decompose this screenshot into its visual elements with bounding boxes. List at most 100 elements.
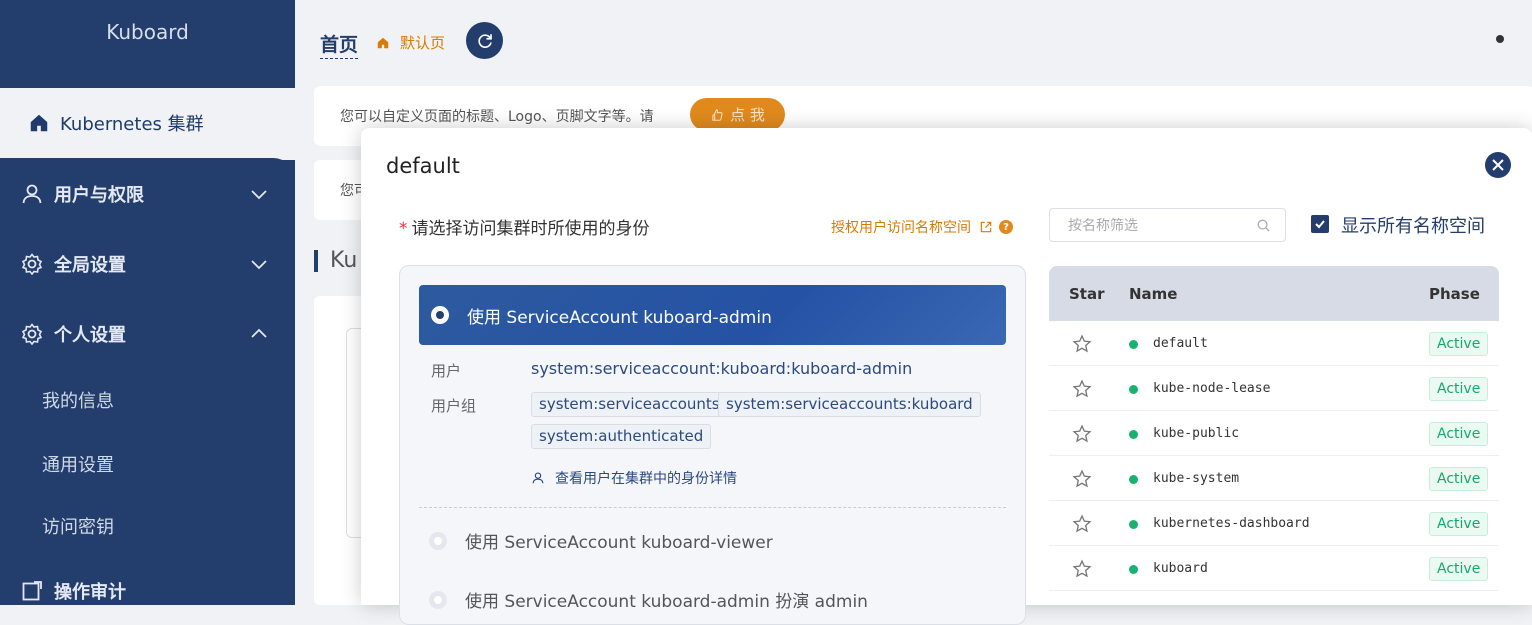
star-icon[interactable] [1072, 379, 1092, 399]
star-icon[interactable] [1072, 559, 1092, 579]
chevron-down-icon [251, 190, 267, 200]
identity-detail-link[interactable]: 查看用户在集群中的身份详情 [531, 468, 737, 488]
search-placeholder: 按名称筛选 [1068, 218, 1138, 234]
page-title[interactable]: 首页 [320, 30, 359, 59]
column-header-star: Star [1069, 285, 1105, 303]
namespace-name[interactable]: kube-system [1153, 471, 1239, 486]
sidebar-item-kubernetes-cluster[interactable]: Kubernetes 集群 [0, 88, 295, 158]
section-title-bar [314, 249, 318, 272]
hand-pointer-icon [712, 108, 723, 121]
status-dot [1129, 340, 1138, 349]
column-header-phase: Phase [1429, 285, 1480, 303]
namespace-name[interactable]: kube-public [1153, 426, 1239, 441]
sidebar-item-global-settings[interactable]: 全局设置 [0, 239, 295, 289]
identity-label: * 请选择访问集群时所使用的身份 [399, 214, 650, 239]
brand-logo-text: Kuboard [106, 20, 189, 44]
sidebar-item-label: 个人设置 [54, 325, 126, 346]
table-row[interactable]: kubernetes-dashboard Active [1049, 501, 1499, 546]
namespace-modal: default * 请选择访问集群时所使用的身份 授权用户访问名称空间 ? 使用 … [361, 128, 1532, 625]
user-value: system:serviceaccount:kuboard:kuboard-ad… [531, 359, 913, 378]
status-dot [1129, 385, 1138, 394]
identity-option-kuboard-viewer[interactable]: 使用 ServiceAccount kuboard-viewer [429, 528, 773, 553]
status-dot [1129, 430, 1138, 439]
status-badge: Active [1429, 422, 1489, 446]
section-title-text: Ku [330, 248, 358, 273]
star-icon[interactable] [1072, 334, 1092, 354]
home-icon [377, 37, 389, 48]
required-asterisk: * [399, 219, 408, 239]
group-tag: system:serviceaccounts:kuboard [718, 392, 981, 417]
status-dot [1129, 565, 1138, 574]
status-dot [1129, 475, 1138, 484]
notice-text: 您可以自定义页面的标题、Logo、页脚文字等。请 [340, 109, 654, 125]
section-title: Ku [314, 248, 357, 273]
table-row[interactable]: kube-node-lease Active [1049, 366, 1499, 411]
gear-icon [21, 323, 43, 346]
chevron-down-icon [251, 260, 267, 270]
sidebar-item-label: 全局设置 [54, 255, 126, 276]
help-icon[interactable]: ? [999, 220, 1013, 234]
breadcrumb[interactable]: 默认页 [376, 32, 445, 53]
radio-icon[interactable] [429, 590, 447, 609]
identity-option-label: 使用 ServiceAccount kuboard-viewer [465, 533, 773, 553]
status-badge: Active [1429, 467, 1489, 491]
radio-selected-icon[interactable] [431, 306, 449, 324]
refresh-icon [477, 33, 492, 48]
identity-option-label: 使用 ServiceAccount kuboard-admin [467, 307, 772, 328]
status-dot [1496, 35, 1504, 43]
refresh-button[interactable] [466, 22, 503, 59]
column-header-name: Name [1129, 285, 1178, 303]
external-link-icon [980, 221, 992, 233]
brand-header: Kuboard [0, 0, 295, 88]
chevron-up-icon [251, 328, 267, 338]
close-icon [1492, 159, 1504, 171]
modal-title: default [386, 154, 460, 178]
grant-access-link[interactable]: 授权用户访问名称空间 ? [831, 217, 1013, 237]
table-header: Star Name Phase [1049, 266, 1499, 321]
sidebar-item-label: 操作审计 [54, 582, 126, 603]
search-icon [1257, 219, 1270, 232]
sidebar-item-audit-log[interactable]: 操作审计 [0, 566, 295, 616]
click-me-label: 点 我 [730, 106, 765, 124]
radio-icon[interactable] [429, 531, 447, 550]
status-dot [1129, 520, 1138, 529]
user-label: 用户 [431, 362, 462, 380]
star-icon[interactable] [1072, 469, 1092, 489]
namespace-table: Star Name Phase default Active kube-node… [1049, 266, 1499, 591]
namespace-name[interactable]: kube-node-lease [1153, 381, 1270, 396]
sidebar-item-label: Kubernetes 集群 [60, 114, 204, 135]
gear-icon [21, 253, 43, 276]
user-icon [22, 184, 42, 204]
close-button[interactable] [1485, 152, 1511, 178]
table-row[interactable]: kube-public Active [1049, 411, 1499, 456]
table-row[interactable]: kuboard Active [1049, 546, 1499, 591]
sidebar-subitem-access-keys[interactable]: 访问密钥 [42, 513, 114, 539]
check-icon [1315, 220, 1325, 229]
identity-option-kuboard-admin[interactable]: 使用 ServiceAccount kuboard-admin [419, 285, 1006, 345]
sidebar-subitem-my-info[interactable]: 我的信息 [42, 387, 114, 413]
sidebar-item-label: 用户与权限 [54, 185, 144, 206]
table-row[interactable]: kube-system Active [1049, 456, 1499, 501]
user-icon [532, 472, 544, 484]
sidebar-subitem-general-settings[interactable]: 通用设置 [42, 451, 114, 477]
namespace-name[interactable]: default [1153, 336, 1208, 351]
breadcrumb-label: 默认页 [400, 34, 446, 52]
status-badge: Active [1429, 332, 1489, 356]
home-icon [30, 114, 48, 132]
namespace-name[interactable]: kubernetes-dashboard [1153, 516, 1310, 531]
show-all-label[interactable]: 显示所有名称空间 [1341, 212, 1485, 238]
show-all-checkbox[interactable] [1311, 215, 1329, 233]
grant-access-label: 授权用户访问名称空间 [831, 220, 971, 236]
divider [419, 507, 1006, 508]
table-row[interactable]: default Active [1049, 321, 1499, 366]
sidebar-item-users-permissions[interactable]: 用户与权限 [0, 169, 295, 219]
status-badge: Active [1429, 377, 1489, 401]
click-me-button[interactable]: 点 我 [690, 98, 785, 131]
identity-option-label: 使用 ServiceAccount kuboard-admin 扮演 admin [465, 592, 868, 612]
star-icon[interactable] [1072, 424, 1092, 444]
identity-option-impersonate-admin[interactable]: 使用 ServiceAccount kuboard-admin 扮演 admin [429, 587, 868, 612]
namespace-search-input[interactable]: 按名称筛选 [1049, 208, 1286, 242]
sidebar-item-personal-settings[interactable]: 个人设置 [0, 309, 295, 359]
star-icon[interactable] [1072, 514, 1092, 534]
namespace-name[interactable]: kuboard [1153, 561, 1208, 576]
